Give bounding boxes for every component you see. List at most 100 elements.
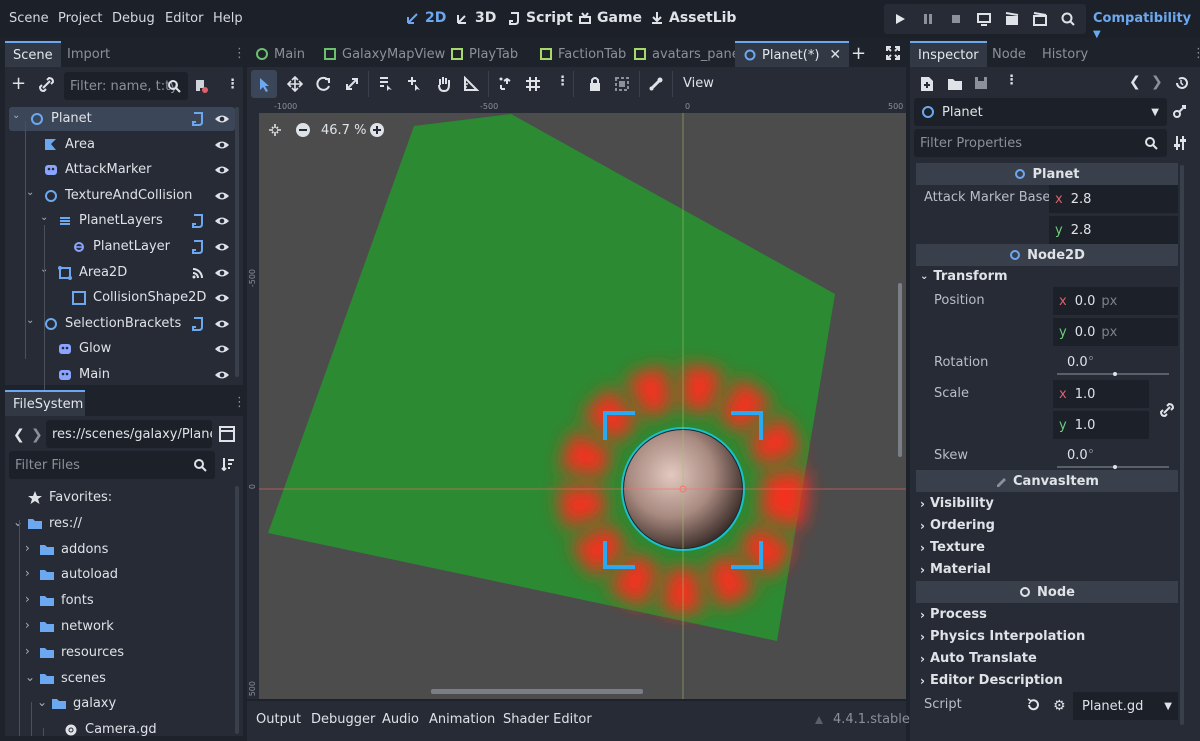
script-field[interactable]: Planet.gd ▼ (1073, 692, 1178, 720)
skew-slider[interactable] (1057, 465, 1169, 469)
section-material[interactable]: › Material (920, 562, 991, 577)
visibility-eye-icon[interactable] (214, 138, 230, 152)
visibility-eye-icon[interactable] (214, 163, 230, 177)
canvas-viewport[interactable]: -1000 -500 0 500 -500 0 500 46.7 % (247, 101, 906, 699)
workspace-assetlib-button[interactable]: AssetLib (650, 10, 736, 26)
section-physics-interpolation[interactable]: › Physics Interpolation (920, 629, 1085, 644)
workspace-3d-button[interactable]: 3D (456, 10, 496, 26)
filesystem-scrollbar[interactable] (235, 486, 239, 734)
skeleton-button[interactable] (648, 76, 664, 92)
tree-node-area[interactable]: Area (9, 133, 235, 157)
expand-arrow-icon[interactable]: › (25, 566, 30, 580)
tree-node-planetlayers[interactable]: ⌄ PlanetLayers (9, 209, 235, 233)
horizontal-scrollbar[interactable] (431, 689, 643, 694)
tab-history[interactable]: History (1034, 41, 1096, 67)
tab-node[interactable]: Node (984, 41, 1034, 67)
renderer-selector[interactable]: Compatibility ▼ (1093, 11, 1200, 41)
distraction-free-icon[interactable] (886, 46, 900, 60)
visibility-eye-icon[interactable] (214, 240, 230, 254)
tree-node-selectionbrackets[interactable]: ⌄ SelectionBrackets (9, 312, 235, 336)
new-resource-icon[interactable] (920, 76, 934, 92)
expand-arrow-icon[interactable]: ⌄ (26, 315, 34, 326)
remote-debug-button[interactable] (970, 4, 998, 34)
visibility-eye-icon[interactable] (214, 368, 230, 382)
visibility-eye-icon[interactable] (214, 112, 230, 126)
section-ordering[interactable]: › Ordering (920, 518, 995, 533)
scale-mode-button[interactable] (344, 76, 360, 92)
visibility-eye-icon[interactable] (214, 342, 230, 356)
scale-x-field[interactable]: x 1.0 (1053, 380, 1149, 408)
fs-item-resources[interactable]: › resources (9, 641, 235, 665)
tab-inspector[interactable]: Inspector (910, 41, 987, 67)
scene-tab-playtab[interactable]: PlayTab (442, 41, 526, 67)
pan-mode-button[interactable] (436, 76, 452, 92)
play-button[interactable] (886, 4, 914, 34)
movie-maker-button[interactable] (1054, 4, 1082, 34)
workspace-script-button[interactable]: Script (507, 10, 573, 26)
section-auto-translate[interactable]: › Auto Translate (920, 651, 1037, 666)
area-polygon[interactable] (268, 114, 835, 641)
add-node-button[interactable]: + (11, 75, 26, 93)
lock-button[interactable] (587, 76, 603, 92)
script-icon[interactable] (191, 214, 205, 229)
attack-marker-x-field[interactable]: x 2.8 (1049, 185, 1178, 213)
section-visibility[interactable]: › Visibility (920, 496, 994, 511)
scene-tab-planet[interactable]: Planet(*) ✕ (735, 41, 850, 67)
back-icon[interactable]: ❮ (13, 427, 25, 443)
expand-arrow-icon[interactable]: › (25, 541, 30, 555)
rotation-value-wrap[interactable]: 0.0° (1067, 355, 1094, 370)
inspector-tools-menu[interactable]: ⋮ (1005, 73, 1018, 88)
workspace-2d-button[interactable]: 2D (406, 10, 446, 26)
menu-help[interactable]: Help (213, 11, 243, 26)
fs-item-addons[interactable]: › addons (9, 538, 235, 562)
fs-item-autoload[interactable]: › autoload (9, 563, 235, 587)
link-icon[interactable] (39, 77, 55, 93)
script-icon[interactable] (191, 112, 205, 126)
link-scale-icon[interactable] (1160, 403, 1174, 417)
scale-y-field[interactable]: y 1.0 (1053, 411, 1149, 439)
visibility-eye-icon[interactable] (214, 291, 230, 305)
tree-node-collisionshape2d[interactable]: CollisionShape2D (9, 286, 235, 310)
tab-output[interactable]: Output (256, 712, 301, 727)
skew-value-wrap[interactable]: 0.0° (1067, 448, 1094, 463)
menu-project[interactable]: Project (58, 11, 102, 26)
position-y-field[interactable]: y 0.0 px (1053, 318, 1178, 346)
tab-filesystem[interactable]: FileSystem (5, 390, 85, 416)
object-properties-icon[interactable] (1172, 103, 1188, 119)
expand-arrow-icon[interactable]: ⌄ (26, 187, 34, 198)
script-attach-icon[interactable] (193, 78, 209, 94)
menu-editor[interactable]: Editor (165, 11, 203, 26)
fs-item-fonts[interactable]: › fonts (9, 589, 235, 613)
tab-scene[interactable]: Scene (5, 41, 61, 67)
smart-snap-button[interactable] (498, 76, 514, 92)
forward-icon[interactable]: ❯ (31, 427, 43, 443)
script-icon[interactable] (191, 316, 205, 331)
filter-properties-input[interactable]: Filter Properties (914, 129, 1167, 157)
visibility-eye-icon[interactable] (214, 189, 230, 203)
expand-arrow-icon[interactable]: › (25, 618, 30, 632)
split-view-icon[interactable] (219, 426, 235, 442)
slider-grabber[interactable] (1113, 372, 1117, 376)
dock-menu-icon[interactable]: ⋮ (233, 395, 246, 410)
position-x-field[interactable]: x 0.0 px (1053, 287, 1178, 315)
close-icon[interactable]: ✕ (829, 47, 841, 63)
fs-item-favorites[interactable]: Favorites: (9, 486, 235, 510)
group-button[interactable] (614, 76, 630, 92)
snap-options-icon[interactable]: ⋮ (556, 74, 569, 89)
tree-node-textureandcollision[interactable]: ⌄ TextureAndCollision (9, 184, 235, 208)
move-mode-button[interactable] (287, 76, 303, 92)
grid-snap-button[interactable] (525, 76, 541, 92)
pause-button[interactable] (914, 4, 942, 34)
rotation-slider[interactable] (1057, 372, 1169, 376)
open-folder-icon[interactable] (947, 77, 963, 91)
attack-marker-y-field[interactable]: y 2.8 (1049, 216, 1178, 244)
reset-icon[interactable] (1026, 698, 1040, 712)
section-process[interactable]: › Process (920, 607, 987, 622)
history-forward-icon[interactable]: ❯ (1151, 74, 1163, 90)
dock-menu-icon[interactable]: ⋮ (233, 46, 246, 61)
expand-arrow-icon[interactable]: ⌄ (37, 695, 47, 709)
select-mode-button[interactable] (251, 70, 277, 98)
expand-arrow-icon[interactable]: ⌄ (12, 110, 20, 121)
expand-arrow-icon[interactable]: › (25, 592, 30, 606)
object-selector[interactable]: Planet ▼ (914, 98, 1167, 126)
